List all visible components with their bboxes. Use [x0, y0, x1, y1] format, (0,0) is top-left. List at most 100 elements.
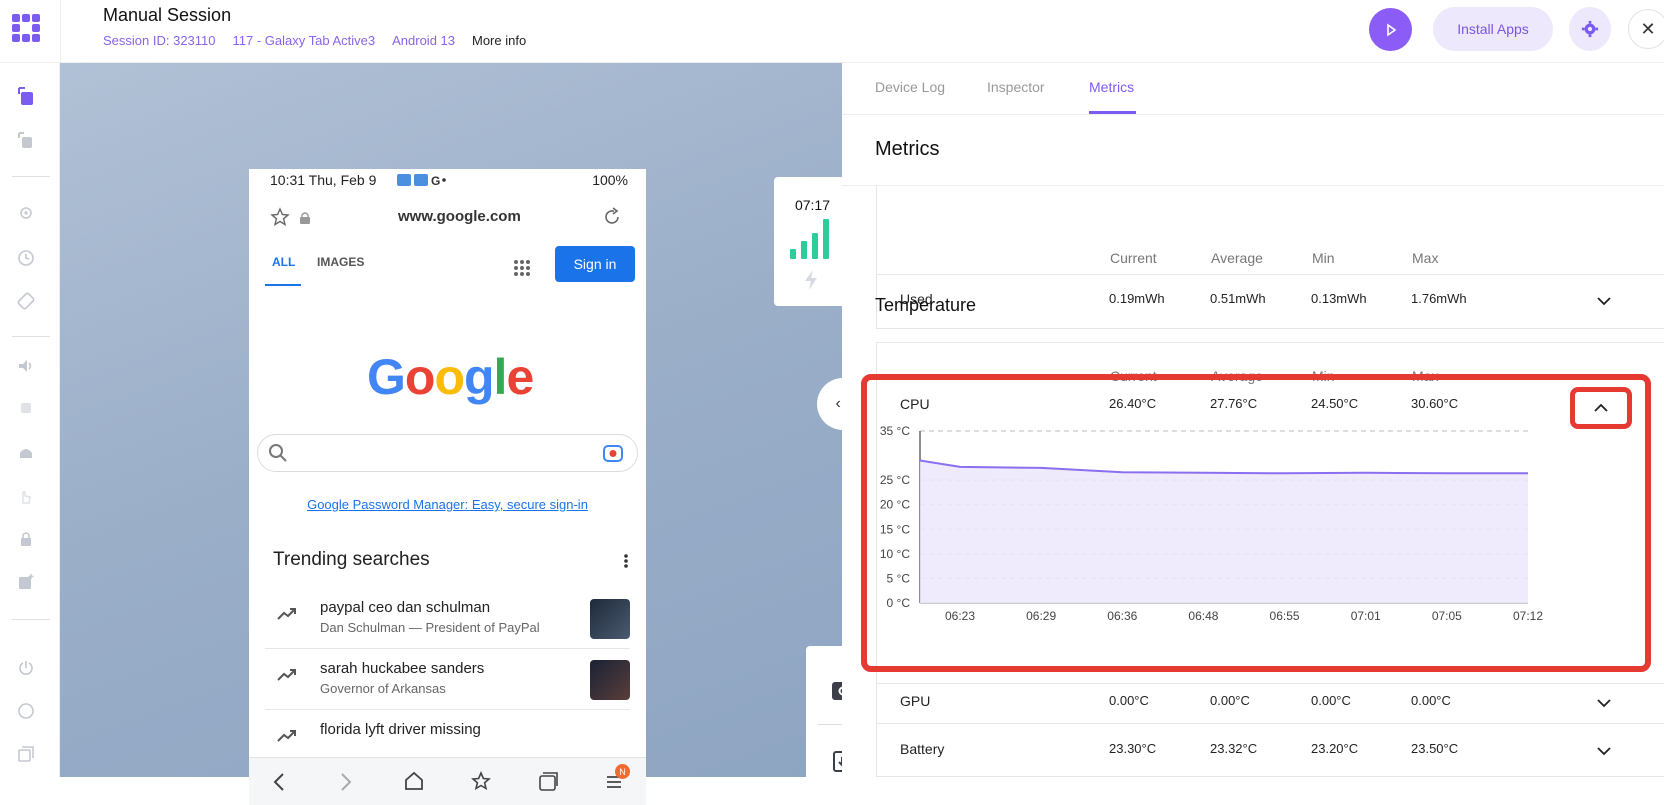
- notification-icons: G: [397, 173, 447, 187]
- device-screen[interactable]: 10:31 Thu, Feb 9 G 100% www.google.com A…: [249, 169, 646, 805]
- session-id: Session ID: 323110: [103, 33, 216, 48]
- trend-query: sarah huckabee sanders: [320, 660, 484, 677]
- divider: [60, 0, 61, 63]
- trending-icon: [277, 607, 297, 621]
- trend-query: paypal ceo dan schulman: [320, 599, 490, 616]
- forward-icon[interactable]: [339, 772, 353, 792]
- svg-text:G: G: [431, 174, 440, 187]
- divider: [12, 336, 50, 337]
- chevron-up-icon: [1591, 398, 1611, 418]
- touch-mode-icon[interactable]: [15, 85, 37, 107]
- row-label: GPU: [900, 693, 930, 709]
- row-average: 0.00°C: [1210, 693, 1250, 708]
- sign-in-button[interactable]: Sign in: [555, 246, 635, 282]
- close-button[interactable]: ✕: [1628, 9, 1664, 49]
- play-button[interactable]: [1369, 8, 1412, 51]
- browser-nav-bar: N: [249, 757, 646, 805]
- top-bar: Manual Session Session ID: 323110 117 - …: [0, 0, 1664, 63]
- reload-icon[interactable]: [602, 207, 622, 227]
- camera-lens-icon[interactable]: [602, 443, 624, 463]
- divider: [876, 723, 1664, 724]
- status-time: 10:31 Thu, Feb 9: [270, 172, 376, 188]
- rotate-icon[interactable]: [15, 290, 37, 312]
- trend-item[interactable]: paypal ceo dan schulman Dan Schulman — P…: [265, 591, 630, 649]
- apps-grid-icon[interactable]: [513, 259, 531, 277]
- collapse-cpu-button[interactable]: [1570, 387, 1632, 429]
- row-current: 0.19mWh: [1109, 291, 1165, 306]
- tab-indicator: [1089, 111, 1136, 114]
- trending-icon: [277, 668, 297, 682]
- star-icon[interactable]: [270, 207, 290, 227]
- signal-time: 07:17: [774, 197, 851, 213]
- divider: [876, 274, 1664, 275]
- tab-metrics[interactable]: Metrics: [1089, 79, 1134, 95]
- trending-title: Trending searches: [273, 549, 430, 571]
- energy-table: Current Average Min Max: [876, 185, 1664, 329]
- chevron-down-icon[interactable]: [1594, 693, 1614, 713]
- gear-icon: [1581, 20, 1599, 38]
- bookmarks-icon[interactable]: [470, 771, 492, 793]
- gesture-icon[interactable]: [15, 129, 37, 151]
- recent-apps-icon[interactable]: [15, 743, 37, 765]
- home-circle-icon[interactable]: [15, 700, 37, 722]
- more-options-icon[interactable]: [623, 553, 629, 569]
- session-meta: Session ID: 323110 117 - Galaxy Tab Acti…: [103, 33, 526, 48]
- row-min: 0.13mWh: [1311, 291, 1367, 306]
- trend-subtitle: Dan Schulman — President of PayPal: [320, 620, 540, 635]
- home-icon[interactable]: [404, 771, 424, 791]
- row-min: 0.00°C: [1311, 693, 1351, 708]
- close-icon: ✕: [1640, 19, 1655, 40]
- row-average: 0.51mWh: [1210, 291, 1266, 306]
- session-title: Manual Session: [103, 5, 231, 26]
- chip-icon[interactable]: [15, 397, 37, 419]
- tab-device-log[interactable]: Device Log: [875, 79, 945, 95]
- android-icon[interactable]: [15, 441, 37, 463]
- device-name: 117 - Galaxy Tab Active3: [233, 33, 376, 48]
- chevron-down-icon[interactable]: [1594, 741, 1614, 761]
- chevron-down-icon[interactable]: [1594, 291, 1614, 311]
- trend-subtitle: Governor of Arkansas: [320, 681, 446, 696]
- row-max: 0.00°C: [1411, 693, 1451, 708]
- row-max: 23.50°C: [1411, 741, 1458, 756]
- col-current: Current: [1110, 250, 1157, 266]
- tab-images[interactable]: IMAGES: [317, 255, 364, 269]
- os-version: Android 13: [392, 33, 455, 48]
- location-icon[interactable]: [15, 203, 37, 225]
- tab-all[interactable]: ALL: [272, 255, 295, 269]
- more-info-link[interactable]: More info: [472, 33, 526, 48]
- divider: [12, 619, 50, 620]
- page-title: Metrics: [875, 138, 939, 161]
- row-label: Battery: [900, 741, 944, 757]
- network-signal-card: 07:17: [774, 177, 851, 306]
- col-max: Max: [1412, 250, 1438, 266]
- lock-icon: [299, 211, 311, 225]
- highlight-box: [861, 374, 1651, 672]
- hand-icon[interactable]: [15, 485, 37, 507]
- url-text[interactable]: www.google.com: [398, 208, 521, 225]
- image-add-icon[interactable]: [15, 571, 37, 593]
- app-logo-icon[interactable]: [12, 14, 40, 42]
- settings-button[interactable]: [1569, 7, 1611, 51]
- url-bar[interactable]: www.google.com: [249, 199, 646, 235]
- tabs-icon[interactable]: [537, 771, 559, 793]
- signal-bars-icon: [788, 217, 838, 261]
- install-apps-button[interactable]: Install Apps: [1433, 7, 1553, 51]
- trend-query: florida lyft driver missing: [320, 721, 481, 738]
- lock-icon[interactable]: [15, 528, 37, 550]
- password-manager-link[interactable]: Google Password Manager: Easy, secure si…: [249, 497, 646, 512]
- divider: [876, 683, 1664, 684]
- trend-item[interactable]: sarah huckabee sanders Governor of Arkan…: [265, 652, 630, 710]
- row-max: 1.76mWh: [1411, 291, 1467, 306]
- google-logo: Google: [367, 348, 533, 406]
- google-search-input[interactable]: [257, 434, 638, 472]
- back-icon[interactable]: [272, 772, 286, 792]
- tab-inspector[interactable]: Inspector: [987, 79, 1045, 95]
- row-current: 23.30°C: [1109, 741, 1156, 756]
- device-viewport: 10:31 Thu, Feb 9 G 100% www.google.com A…: [60, 63, 842, 777]
- row-min: 23.20°C: [1311, 741, 1358, 756]
- trend-thumbnail: [590, 660, 630, 700]
- power-icon[interactable]: [15, 657, 37, 679]
- clock-icon[interactable]: [15, 247, 37, 269]
- battery-level: 100%: [592, 172, 628, 188]
- volume-icon[interactable]: [15, 355, 37, 377]
